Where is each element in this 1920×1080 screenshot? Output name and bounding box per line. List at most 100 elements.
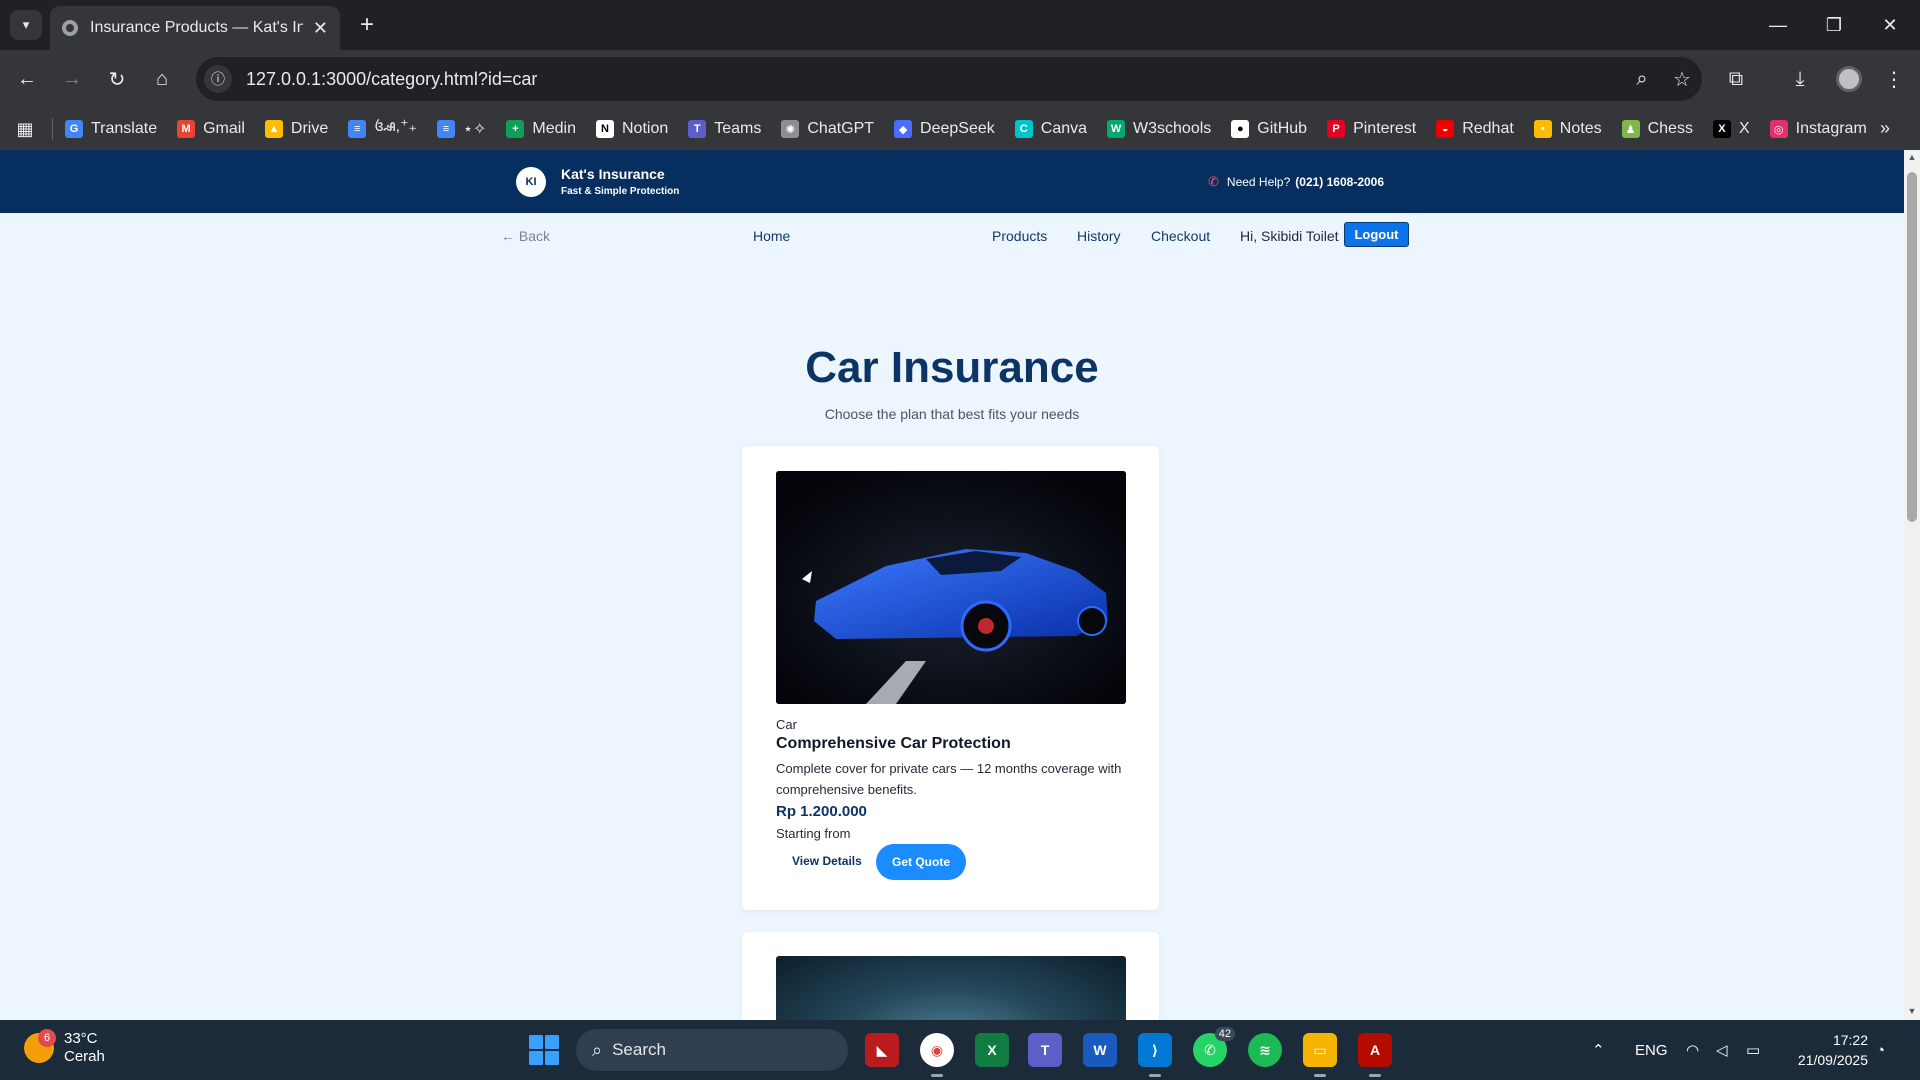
bookmark-item[interactable]: ♟ Chess <box>1621 120 1693 138</box>
download-icon[interactable]: ⤓ <box>1782 62 1818 96</box>
spotify-icon[interactable]: ≋ <box>1248 1033 1282 1067</box>
bookmark-item[interactable]: ≡ ꦄ,⁺₊ <box>348 113 417 146</box>
bookmark-item[interactable]: ◎ Instagram <box>1769 120 1867 138</box>
bookmark-item[interactable]: M Gmail <box>177 120 245 138</box>
app-red-icon[interactable]: ◣ <box>865 1033 899 1067</box>
extensions-icon[interactable]: ⧉ <box>1718 62 1754 96</box>
bookmark-item[interactable]: G Translate <box>65 120 157 138</box>
bookmark-star-icon[interactable]: ☆ <box>1662 67 1702 92</box>
tab-search-button[interactable]: ▾ <box>10 10 42 40</box>
back-link[interactable]: ← Back <box>501 228 550 244</box>
bookmark-item[interactable]: + Medin <box>506 120 576 138</box>
bookmark-favicon-icon: + <box>506 120 525 138</box>
minimize-button[interactable]: — <box>1750 0 1806 50</box>
scroll-up-icon[interactable]: ▲ <box>1907 152 1917 162</box>
home-icon[interactable]: ⌂ <box>145 62 179 96</box>
product-image-car <box>776 471 1126 704</box>
bookmark-item[interactable]: ◒ Redhat <box>1436 120 1514 138</box>
back-arrow-icon[interactable]: ← <box>10 62 44 96</box>
bookmark-item[interactable]: P Pinterest <box>1327 120 1416 138</box>
language-indicator[interactable]: ENG <box>1635 1020 1668 1080</box>
web-page: KI Kat's Insurance Fast & Simple Protect… <box>0 150 1904 1020</box>
bookmark-label: ⋆✧ <box>462 121 487 138</box>
bookmark-item[interactable]: ▪ Notes <box>1533 120 1602 138</box>
site-info-icon[interactable]: ⓘ <box>204 65 232 93</box>
tray-overflow-icon[interactable]: ⌃ <box>1592 1020 1605 1080</box>
weather-widget[interactable]: 6 33°C Cerah <box>24 1029 105 1066</box>
phone-icon: ✆ <box>1208 174 1219 189</box>
scrollbar-thumb[interactable] <box>1907 172 1917 522</box>
bookmark-label: Teams <box>714 120 762 137</box>
bookmark-item[interactable]: T Teams <box>688 120 761 138</box>
nav-history[interactable]: History <box>1077 228 1121 244</box>
taskbar-search[interactable]: ⌕ Search <box>576 1029 848 1071</box>
bookmark-favicon-icon: ◆ <box>894 120 913 138</box>
close-tab-icon[interactable]: ✕ <box>313 18 328 39</box>
nav-home[interactable]: Home <box>753 228 790 244</box>
more-bookmarks-icon[interactable]: » <box>1880 118 1890 139</box>
help-phone: (021) 1608-2006 <box>1295 175 1385 189</box>
scroll-down-icon[interactable]: ▼ <box>1907 1006 1917 1016</box>
help-contact: ✆ Need Help? (021) 1608-2006 <box>1208 174 1384 190</box>
bookmark-list: G Translate M Gmail ▲ Drive ≡ ꦄ,⁺₊ ≡ ⋆✧ + Medin N Not… <box>65 113 1887 146</box>
menu-kebab-icon[interactable]: ⋮ <box>1876 62 1912 96</box>
bookmark-item[interactable]: ◆ DeepSeek <box>894 120 995 138</box>
bookmark-item[interactable]: ✺ ChatGPT <box>781 120 874 138</box>
excel-icon[interactable]: X <box>975 1033 1009 1067</box>
active-tab[interactable]: Insurance Products — Kat's Insu ✕ <box>50 6 340 50</box>
bookmark-item[interactable]: XX <box>1712 120 1750 138</box>
brand-name[interactable]: Kat's Insurance <box>561 166 665 182</box>
word-icon[interactable]: W <box>1083 1033 1117 1067</box>
logout-button[interactable]: Logout <box>1344 222 1409 247</box>
forward-arrow-icon[interactable]: → <box>55 62 89 96</box>
search-placeholder: Search <box>612 1040 666 1059</box>
bookmark-favicon-icon: ✺ <box>781 120 800 138</box>
vscode-icon[interactable]: ⟩ <box>1138 1033 1172 1077</box>
bookmark-item[interactable]: N Notion <box>595 120 668 138</box>
page-scrollbar[interactable]: ▲ ▼ <box>1904 150 1920 1020</box>
bookmark-favicon-icon: N <box>595 120 614 138</box>
weather-badge: 6 <box>38 1029 56 1047</box>
user-greeting: Hi, Skibidi Toilet <box>1240 228 1339 244</box>
brand-logo[interactable]: KI <box>516 167 546 197</box>
bookmark-item[interactable]: ≡ ⋆✧ <box>436 119 487 139</box>
url-text[interactable]: 127.0.0.1:3000/category.html?id=car <box>246 69 1622 90</box>
bookmark-item[interactable]: ● GitHub <box>1231 120 1307 138</box>
chrome-icon[interactable]: ◉ <box>920 1033 954 1077</box>
close-window-button[interactable]: ✕ <box>1862 0 1918 50</box>
page-subtitle: Choose the plan that best fits your need… <box>824 406 1080 422</box>
profile-avatar[interactable] <box>1836 66 1862 92</box>
nav-products[interactable]: Products <box>992 228 1047 244</box>
system-clock[interactable]: 17:22 21/09/2025 <box>1786 1030 1868 1070</box>
bookmark-item[interactable]: ▲ Drive <box>264 120 328 138</box>
bookmark-item[interactable]: W W3schools <box>1107 120 1211 138</box>
bookmark-favicon-icon: G <box>65 120 83 138</box>
reload-icon[interactable]: ↻ <box>100 62 134 96</box>
bookmark-item[interactable]: C Canva <box>1014 120 1087 138</box>
tab-title: Insurance Products — Kat's Insu <box>90 19 303 36</box>
view-details-button[interactable]: View Details <box>792 851 862 871</box>
nav-checkout[interactable]: Checkout <box>1151 228 1210 244</box>
bookmarks-bar: ▦ G Translate M Gmail ▲ Drive ≡ ꦄ,⁺₊ ≡ ⋆✧ + Medin N N… <box>0 108 1920 150</box>
get-quote-button[interactable]: Get Quote <box>876 844 966 880</box>
zoom-icon[interactable]: ⌕ <box>1622 68 1662 91</box>
apps-grid-icon[interactable]: ▦ <box>12 116 38 142</box>
bookmark-favicon-icon: M <box>177 120 196 138</box>
notification-icon[interactable]: ◔ <box>1876 1020 1885 1080</box>
bookmark-label: Notes <box>1559 120 1602 137</box>
address-bar[interactable]: ⓘ 127.0.0.1:3000/category.html?id=car ⌕ … <box>196 57 1702 101</box>
acrobat-icon[interactable]: A <box>1358 1033 1392 1077</box>
bookmark-favicon-icon: ≡ <box>348 120 367 138</box>
wifi-icon[interactable]: ◠ <box>1686 1020 1699 1080</box>
new-tab-button[interactable]: + <box>352 10 382 40</box>
file-explorer-icon[interactable]: ▭ <box>1303 1033 1337 1077</box>
whatsapp-icon[interactable]: ✆ 42 <box>1193 1027 1235 1067</box>
restore-button[interactable]: ❐ <box>1806 0 1862 50</box>
battery-icon[interactable]: ▭ <box>1746 1020 1760 1080</box>
bookmark-favicon-icon: ● <box>1231 120 1250 138</box>
teams-icon[interactable]: T <box>1028 1033 1062 1067</box>
windows-start-icon[interactable] <box>529 1035 559 1065</box>
volume-icon[interactable]: ◁ <box>1716 1020 1728 1080</box>
bookmark-favicon-icon: ≡ <box>436 120 455 138</box>
browser-tab-bar: ▾ Insurance Products — Kat's Insu ✕ + — … <box>0 0 1920 50</box>
